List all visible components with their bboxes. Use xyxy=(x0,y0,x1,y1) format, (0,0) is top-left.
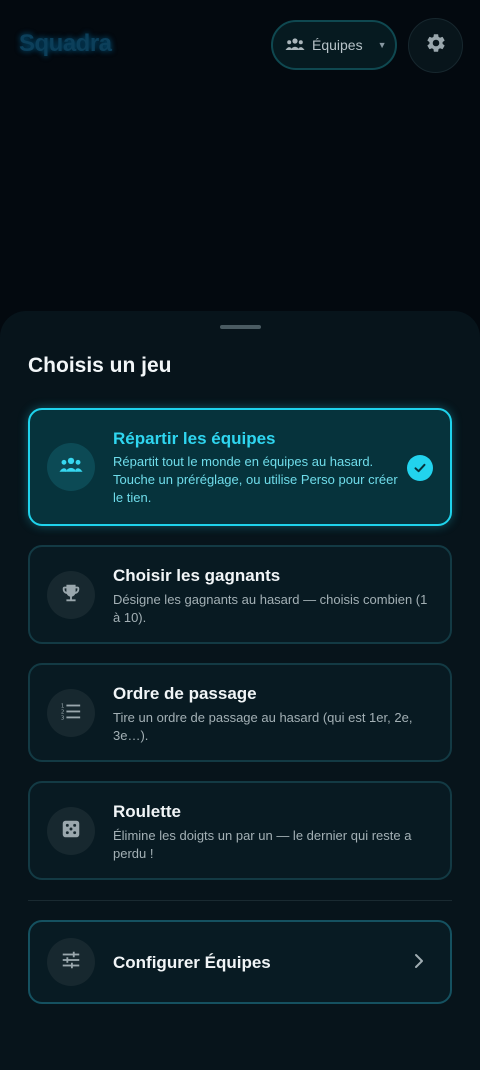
game-icon-container xyxy=(47,443,95,491)
svg-text:3: 3 xyxy=(61,715,65,721)
game-card-title: Roulette xyxy=(113,802,181,821)
configure-teams-button[interactable]: Configurer Équipes xyxy=(28,920,452,1004)
game-card-teams[interactable]: Répartir les équipes Répartit tout le mo… xyxy=(28,408,452,526)
game-card-description: Désigne les gagnants au hasard — choisis… xyxy=(113,592,428,625)
top-bar: Squadra Équipes ▼ xyxy=(0,0,480,92)
groups-icon xyxy=(58,456,84,478)
ordered-list-icon: 1 2 3 xyxy=(60,700,82,727)
game-card-winners[interactable]: Choisir les gagnants Désigne les gagnant… xyxy=(28,545,452,644)
check-icon xyxy=(407,455,433,481)
dice-icon xyxy=(60,818,82,845)
game-card-description: Répartit tout le monde en équipes au has… xyxy=(113,454,398,505)
gear-icon xyxy=(425,32,447,59)
game-picker-sheet: Choisis un jeu Répartir les équipes Répa… xyxy=(0,311,480,1070)
game-icon-container xyxy=(47,807,95,855)
game-card-title: Répartir les équipes xyxy=(113,429,276,448)
groups-icon xyxy=(285,37,305,54)
settings-button[interactable] xyxy=(408,18,463,73)
game-icon-container: 1 2 3 xyxy=(47,689,95,737)
game-card-title: Ordre de passage xyxy=(113,684,257,703)
sliders-icon xyxy=(60,949,82,976)
configure-icon-container xyxy=(47,938,95,986)
chevron-right-icon xyxy=(413,953,425,974)
trophy-icon xyxy=(60,582,82,609)
game-card-description: Élimine les doigts un par un — le dernie… xyxy=(113,828,412,861)
game-card-title: Choisir les gagnants xyxy=(113,566,281,585)
configure-teams-label: Configurer Équipes xyxy=(113,953,271,972)
mode-selector-button[interactable]: Équipes ▼ xyxy=(271,20,397,70)
app-logo: Squadra xyxy=(19,30,112,57)
section-divider xyxy=(28,900,452,901)
caret-down-icon: ▼ xyxy=(377,40,387,50)
game-card-description: Tire un ordre de passage au hasard (qui … xyxy=(113,710,413,743)
game-icon-container xyxy=(47,571,95,619)
sheet-drag-handle[interactable] xyxy=(220,325,261,329)
game-card-order[interactable]: 1 2 3 Ordre de passage Tire un ordre de … xyxy=(28,663,452,762)
sheet-title: Choisis un jeu xyxy=(28,354,172,377)
mode-selector-label: Équipes xyxy=(312,37,363,53)
game-card-roulette[interactable]: Roulette Élimine les doigts un par un — … xyxy=(28,781,452,880)
